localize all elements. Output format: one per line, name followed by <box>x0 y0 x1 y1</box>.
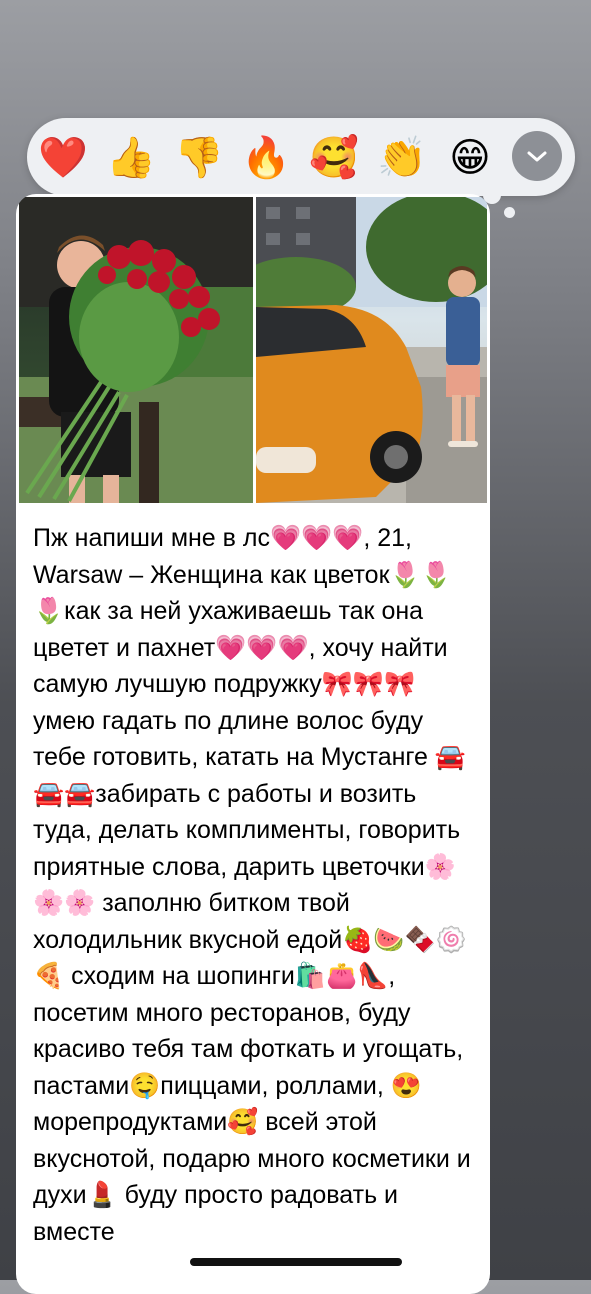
reaction-thumbs-up[interactable]: 👍 <box>105 132 157 184</box>
more-reactions-button[interactable] <box>512 131 562 181</box>
reaction-heart[interactable]: ❤️ <box>37 132 89 184</box>
home-indicator[interactable] <box>190 1258 402 1266</box>
message-bubble[interactable]: Пж напиши мне в лс💗💗💗, 21, Warsaw – Женщ… <box>16 194 490 1294</box>
photo-man-with-roses[interactable] <box>19 197 253 503</box>
reaction-thumbs-down[interactable]: 👎 <box>173 132 225 184</box>
chevron-down-icon <box>527 151 547 162</box>
reaction-clapping-hands[interactable]: 👏 <box>376 132 428 184</box>
photo-mustang-image <box>256 197 487 503</box>
reaction-bar: ❤️ 👍 👎 🔥 🥰 👏 😁 <box>27 118 575 196</box>
photo-roses-image <box>19 197 253 503</box>
reaction-fire[interactable]: 🔥 <box>240 132 292 184</box>
message-text: Пж напиши мне в лс💗💗💗, 21, Warsaw – Женщ… <box>33 524 471 1246</box>
reaction-bar-tail-dot <box>504 207 515 218</box>
reaction-grinning-face[interactable]: 😁 <box>444 132 496 184</box>
photo-man-with-orange-mustang[interactable] <box>256 197 487 503</box>
reaction-smiling-face-with-hearts[interactable]: 🥰 <box>308 132 360 184</box>
